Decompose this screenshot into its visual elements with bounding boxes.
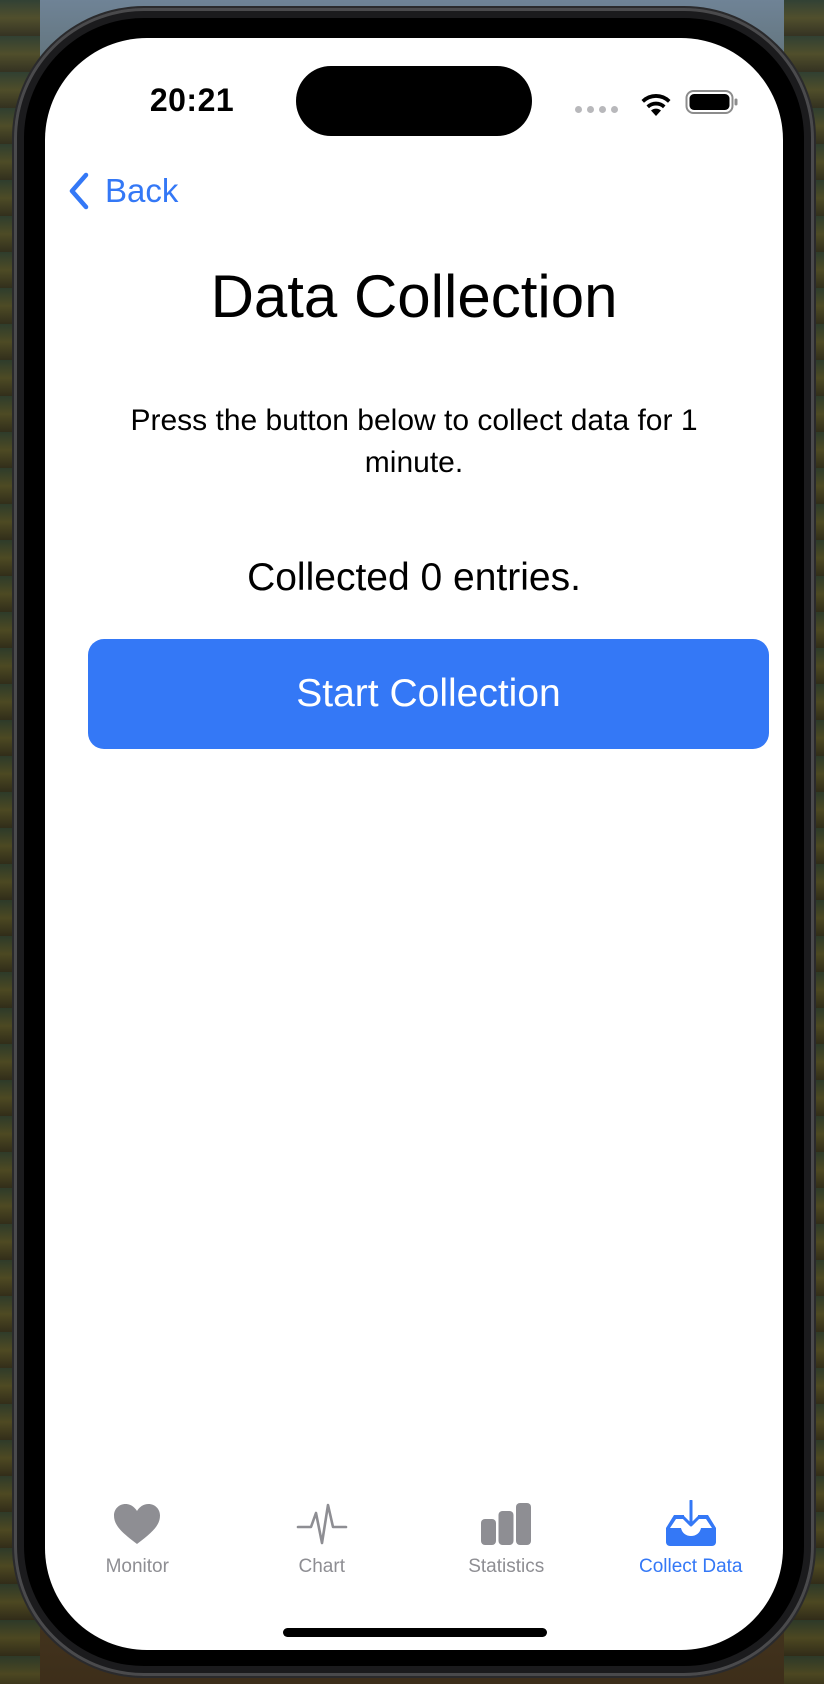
- battery-icon: [685, 90, 738, 114]
- heart-icon: [114, 1504, 161, 1544]
- back-label: Back: [105, 172, 179, 209]
- status-time: 20:21: [149, 82, 235, 118]
- phone-frame: 20:21 Back Data Collection Press the but…: [14, 8, 814, 1676]
- cellular-signal-icon: [575, 106, 618, 113]
- page-title: Data Collection: [210, 263, 618, 330]
- start-collection-button[interactable]: Start Collection: [88, 639, 769, 749]
- collected-count-text: Collected 0 entries.: [247, 556, 581, 599]
- tab-label: Monitor: [105, 1556, 169, 1577]
- tab-label: Collect Data: [639, 1556, 743, 1577]
- home-indicator[interactable]: [283, 1628, 547, 1637]
- tab-chart[interactable]: Chart: [230, 1490, 415, 1610]
- waveform-icon: [296, 1503, 348, 1545]
- back-button[interactable]: Back: [67, 166, 178, 216]
- tab-label: Chart: [298, 1556, 345, 1577]
- tab-monitor[interactable]: Monitor: [45, 1490, 230, 1610]
- dynamic-island: [296, 66, 532, 136]
- instructions-text: Press the button below to collect data f…: [130, 404, 698, 479]
- tray-download-icon: [665, 1500, 716, 1546]
- wifi-icon: [641, 93, 671, 116]
- screen: 20:21 Back Data Collection Press the but…: [45, 38, 783, 1650]
- tab-statistics[interactable]: Statistics: [414, 1490, 599, 1610]
- chevron-left-icon: [69, 172, 89, 210]
- tab-label: Statistics: [468, 1556, 545, 1577]
- tab-collect-data[interactable]: Collect Data: [599, 1490, 784, 1610]
- bar-chart-icon: [481, 1503, 532, 1545]
- tab-bar: Monitor Chart Statistics Collect Data: [45, 1490, 783, 1610]
